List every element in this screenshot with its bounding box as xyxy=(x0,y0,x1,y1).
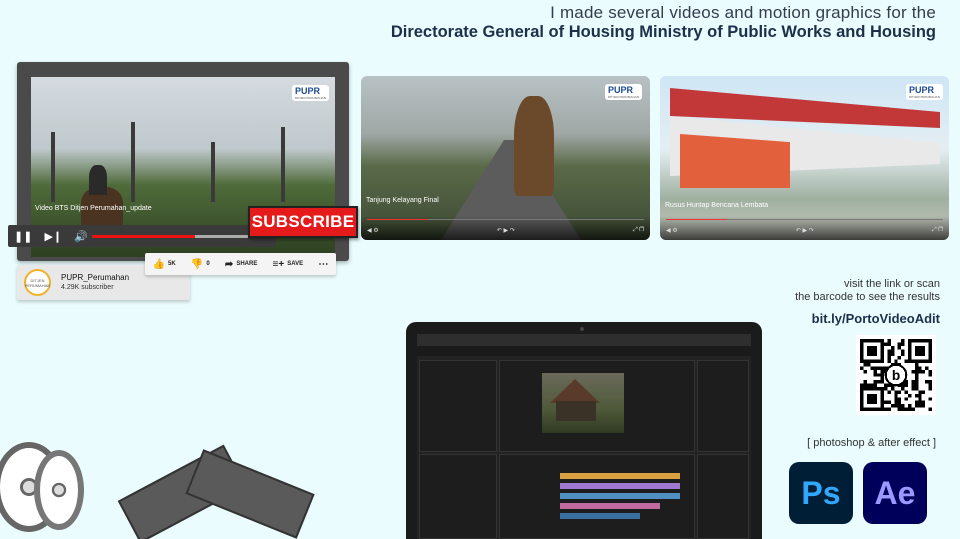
next-icon[interactable]: ▶❙ xyxy=(44,230,62,243)
video-progress[interactable] xyxy=(367,219,644,220)
pupr-logo: PUPR DITJEN PERUMAHAN xyxy=(905,84,943,100)
after-effects-icon: Ae xyxy=(863,462,927,524)
progress-bar[interactable] xyxy=(92,235,264,238)
video-caption: Tanjung Kelayang Final xyxy=(366,197,439,204)
photoshop-icon: Ps xyxy=(789,462,853,524)
film-reel-icon xyxy=(34,450,84,530)
video-control-icons[interactable]: ◀ ⚙ ↶ ▶ ↷ ⤢ ❐ xyxy=(367,227,644,234)
save-button[interactable]: ≡+ SAVE xyxy=(273,259,304,270)
like-button[interactable]: 👍 5K xyxy=(153,259,176,270)
volume-icon[interactable]: 🔊 xyxy=(74,230,88,243)
premiere-screen xyxy=(417,334,751,539)
visit-text-1: visit the link or scan xyxy=(844,278,940,290)
header-line2: Directorate General of Housing Ministry … xyxy=(390,23,936,41)
pupr-logo: PUPR DITJEN PERUMAHAN xyxy=(604,84,642,100)
save-icon: ≡+ xyxy=(272,258,285,270)
video-control-icons[interactable]: ◀ ⚙ ↶ ▶ ↷ ⤢ ❐ xyxy=(666,227,943,234)
portfolio-link[interactable]: bit.ly/PortoVideoAdit xyxy=(812,311,940,326)
video-caption: Rusus Huntap Bencana Lembata xyxy=(665,202,769,209)
channel-name[interactable]: PUPR_Perumahan xyxy=(61,273,129,282)
channel-avatar: DITJEN PERUMAHAN xyxy=(24,269,51,296)
subscribe-button[interactable]: SUBSCRIBE xyxy=(248,206,358,238)
motorcycle-rider-image xyxy=(514,96,554,196)
visit-text-2: the barcode to see the results xyxy=(795,291,940,303)
thumbs-down-icon: 👎 xyxy=(190,258,204,270)
header-line1: I made several videos and motion graphic… xyxy=(550,3,936,22)
qr-code[interactable]: b xyxy=(856,335,936,415)
subscriber-count: 4.29K subscriber xyxy=(61,284,114,291)
youtube-controls: ❚❚ ▶❙ 🔊 xyxy=(8,225,276,247)
action-bar: 👍 5K 👎 0 ➦ SHARE ≡+ SAVE ⋯ xyxy=(145,253,336,275)
share-icon: ➦ xyxy=(224,258,234,270)
pupr-logo: PUPR DITJEN PERUMAHAN xyxy=(291,85,329,101)
youtube-video-title: Video BTS Ditjen Perumahan_update xyxy=(35,205,152,212)
rider-image xyxy=(89,165,107,195)
film-strip-icon xyxy=(185,449,315,539)
more-icon[interactable]: ⋯ xyxy=(318,259,328,270)
dislike-button[interactable]: 👎 0 xyxy=(191,259,210,270)
tools-label: [ photoshop & after effect ] xyxy=(807,437,936,449)
video-thumbnail-2[interactable]: PUPR DITJEN PERUMAHAN Rusus Huntap Bencan… xyxy=(660,76,949,240)
thumbs-up-icon: 👍 xyxy=(152,258,166,270)
pause-icon[interactable]: ❚❚ xyxy=(14,230,32,243)
share-button[interactable]: ➦ SHARE xyxy=(225,259,257,270)
house-wall-image xyxy=(680,134,790,188)
video-thumbnail-1[interactable]: PUPR DITJEN PERUMAHAN Tanjung Kelayang Fi… xyxy=(361,76,650,240)
laptop-image xyxy=(406,322,762,539)
svg-text:b: b xyxy=(892,368,900,383)
video-progress[interactable] xyxy=(666,219,943,220)
